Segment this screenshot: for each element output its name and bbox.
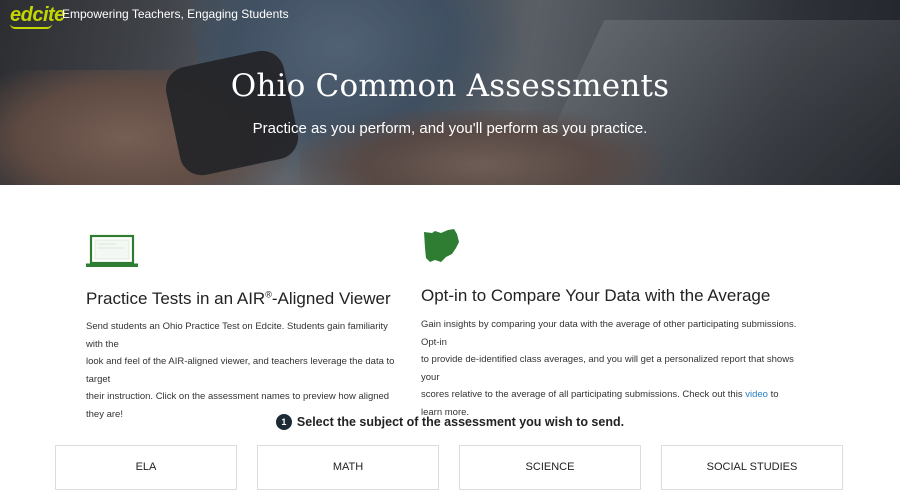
ohio-state-icon <box>424 229 459 262</box>
page-title: Ohio Common Assessments <box>230 68 670 104</box>
body-line: Send students an Ohio Practice Test on E… <box>86 321 388 350</box>
laptop-icon <box>86 234 138 267</box>
step-instruction: 1 Select the subject of the assessment yo… <box>0 414 900 430</box>
body-line: look and feel of the AIR-aligned viewer,… <box>86 356 395 385</box>
site-tagline: Empowering Teachers, Engaging Students <box>62 7 289 21</box>
subject-button-math[interactable]: MATH <box>257 445 439 490</box>
logo-swoosh <box>10 24 52 29</box>
subject-buttons: ELA MATH SCIENCE SOCIAL STUDIES <box>55 445 845 490</box>
feature-compare-body: Gain insights by comparing your data wit… <box>421 316 801 421</box>
hero-banner: edcite Empowering Teachers, Engaging Stu… <box>0 0 900 185</box>
subject-button-social-studies[interactable]: SOCIAL STUDIES <box>661 445 843 490</box>
feature-compare-title: Opt-in to Compare Your Data with the Ave… <box>421 286 771 305</box>
body-line: to provide de-identified class averages,… <box>421 354 794 383</box>
page-subtitle: Practice as you perform, and you'll perf… <box>252 120 648 137</box>
step-number-badge: 1 <box>275 414 292 430</box>
body-line: Gain insights by comparing your data wit… <box>421 319 797 348</box>
subject-button-science[interactable]: SCIENCE <box>459 445 641 490</box>
feature-practice-body: Send students an Ohio Practice Test on E… <box>86 318 396 423</box>
step-text: Select the subject of the assessment you… <box>296 415 625 429</box>
feature-practice-title: Practice Tests in an AIR®-Aligned Viewer <box>86 289 391 308</box>
subject-button-ela[interactable]: ELA <box>55 445 237 490</box>
video-link[interactable]: video <box>745 389 768 400</box>
